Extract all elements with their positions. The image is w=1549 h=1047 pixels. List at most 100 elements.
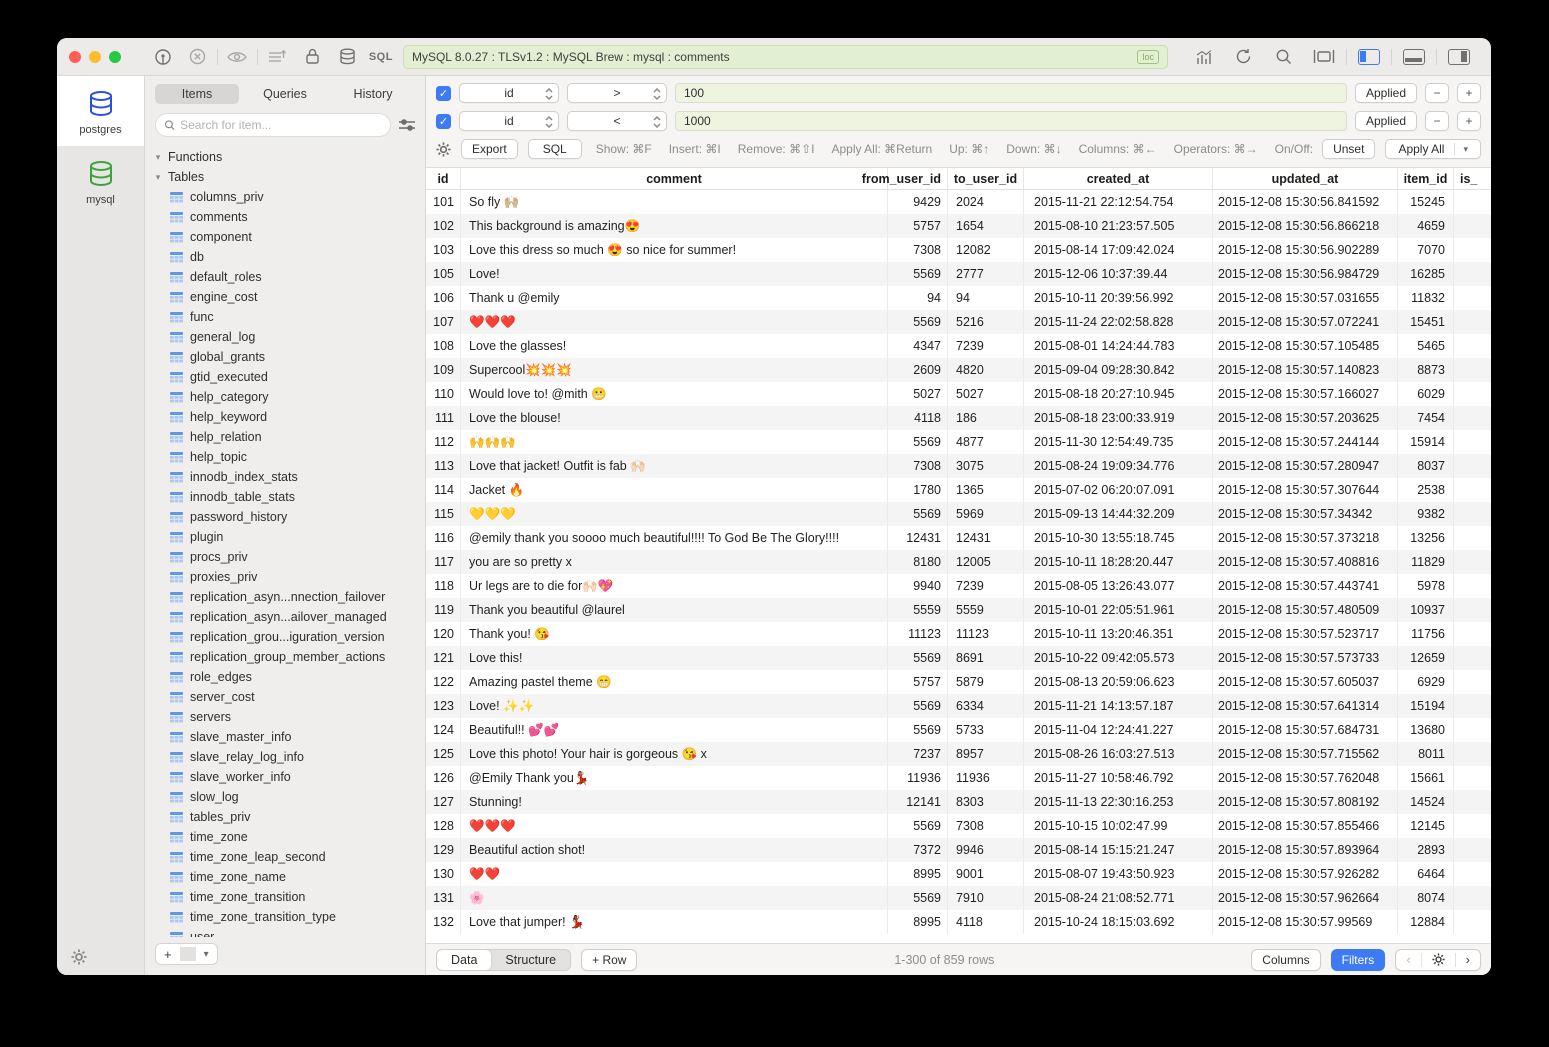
cell-created_at[interactable]: 2015-08-18 20:27:10.945: [1024, 382, 1213, 406]
column-header-created-at[interactable]: created_at: [1024, 168, 1213, 189]
item-search-field[interactable]: [155, 113, 391, 137]
item-search-input[interactable]: [180, 118, 382, 132]
cell-created_at[interactable]: 2015-10-11 18:28:20.447: [1024, 550, 1213, 574]
cell-comment[interactable]: Ur legs are to die for🙌🏻💖: [461, 574, 888, 598]
cell-item_id[interactable]: 7070: [1398, 238, 1454, 262]
cell-created_at[interactable]: 2015-12-06 10:37:39.44: [1024, 262, 1213, 286]
cell-item_id[interactable]: 12659: [1398, 646, 1454, 670]
cell-created_at[interactable]: 2015-11-21 14:13:57.187: [1024, 694, 1213, 718]
table-row[interactable]: 127Stunning!1214183032015-11-13 22:30:16…: [426, 790, 1491, 814]
cell-from_user_id[interactable]: 8180: [888, 550, 948, 574]
cell-to_user_id[interactable]: 3075: [948, 454, 1024, 478]
cell-comment[interactable]: 🌸: [461, 886, 888, 910]
cell-created_at[interactable]: 2015-11-27 10:58:46.792: [1024, 766, 1213, 790]
table-row[interactable]: 103Love this dress so much 😍 so nice for…: [426, 238, 1491, 262]
cell-item_id[interactable]: 12884: [1398, 910, 1454, 934]
sidebar-table-tables-priv[interactable]: tables_priv: [153, 807, 425, 827]
cell-item_id[interactable]: 2538: [1398, 478, 1454, 502]
cell-updated_at[interactable]: 2015-12-08 15:30:57.762048: [1213, 766, 1398, 790]
table-row[interactable]: 130❤️❤️899590012015-08-07 19:43:50.92320…: [426, 862, 1491, 886]
cell-item_id[interactable]: 8873: [1398, 358, 1454, 382]
refresh-icon[interactable]: [1224, 48, 1264, 65]
table-row[interactable]: 108Love the glasses!434772392015-08-01 1…: [426, 334, 1491, 358]
cell-item_id[interactable]: 16285: [1398, 262, 1454, 286]
table-row[interactable]: 129Beautiful action shot!737299462015-08…: [426, 838, 1491, 862]
cell-updated_at[interactable]: 2015-12-08 15:30:57.166027: [1213, 382, 1398, 406]
cell-from_user_id[interactable]: 5569: [888, 718, 948, 742]
cell-to_user_id[interactable]: 12431: [948, 526, 1024, 550]
cell-id[interactable]: 110: [426, 382, 461, 406]
cell-comment[interactable]: Thank you! 😘: [461, 622, 888, 646]
cell-id[interactable]: 130: [426, 862, 461, 886]
table-row[interactable]: 121Love this!556986912015-10-22 09:42:05…: [426, 646, 1491, 670]
cell-is_[interactable]: [1454, 910, 1491, 934]
cell-from_user_id[interactable]: 5569: [888, 814, 948, 838]
cell-from_user_id[interactable]: 5757: [888, 214, 948, 238]
cell-item_id[interactable]: 15194: [1398, 694, 1454, 718]
disconnect-icon[interactable]: [180, 48, 215, 65]
cell-from_user_id[interactable]: 8995: [888, 862, 948, 886]
table-row[interactable]: 131🌸556979102015-08-24 21:08:52.7712015-…: [426, 886, 1491, 910]
cell-updated_at[interactable]: 2015-12-08 15:30:57.34342: [1213, 502, 1398, 526]
cell-is_[interactable]: [1454, 814, 1491, 838]
cell-is_[interactable]: [1454, 790, 1491, 814]
sidebar-table-db[interactable]: db: [153, 247, 425, 267]
cell-updated_at[interactable]: 2015-12-08 15:30:57.641314: [1213, 694, 1398, 718]
cell-item_id[interactable]: 10937: [1398, 598, 1454, 622]
cell-from_user_id[interactable]: 5569: [888, 694, 948, 718]
cell-updated_at[interactable]: 2015-12-08 15:30:56.902289: [1213, 238, 1398, 262]
sidebar-table-replication-grou-iguration-version[interactable]: replication_grou...iguration_version: [153, 627, 425, 647]
cell-updated_at[interactable]: 2015-12-08 15:30:57.105485: [1213, 334, 1398, 358]
cell-item_id[interactable]: 11756: [1398, 622, 1454, 646]
cell-comment[interactable]: ❤️❤️❤️: [461, 814, 888, 838]
remove-filter-button[interactable]: −: [1425, 111, 1449, 131]
cell-id[interactable]: 107: [426, 310, 461, 334]
cell-updated_at[interactable]: 2015-12-08 15:30:57.408816: [1213, 550, 1398, 574]
cell-created_at[interactable]: 2015-08-10 21:23:57.505: [1024, 214, 1213, 238]
cell-updated_at[interactable]: 2015-12-08 15:30:57.280947: [1213, 454, 1398, 478]
cell-created_at[interactable]: 2015-08-24 19:09:34.776: [1024, 454, 1213, 478]
page-settings-gear-icon[interactable]: [1422, 953, 1455, 966]
cell-from_user_id[interactable]: 5569: [888, 430, 948, 454]
table-row[interactable]: 116@emily thank you soooo much beautiful…: [426, 526, 1491, 550]
filter-operator-select[interactable]: >: [567, 83, 667, 103]
cell-created_at[interactable]: 2015-07-02 06:20:07.091: [1024, 478, 1213, 502]
cell-to_user_id[interactable]: 7239: [948, 574, 1024, 598]
cell-from_user_id[interactable]: 94: [888, 286, 948, 310]
cell-is_[interactable]: [1454, 190, 1491, 214]
cell-from_user_id[interactable]: 7308: [888, 238, 948, 262]
section-tables[interactable]: ▾ Tables: [153, 167, 425, 187]
cell-comment[interactable]: Love this photo! Your hair is gorgeous 😘…: [461, 742, 888, 766]
sidebar-table-comments[interactable]: comments: [153, 207, 425, 227]
table-row[interactable]: 112🙌🙌🙌556948772015-11-30 12:54:49.735201…: [426, 430, 1491, 454]
cell-id[interactable]: 120: [426, 622, 461, 646]
columns-button[interactable]: Columns: [1251, 949, 1320, 971]
cell-created_at[interactable]: 2015-10-22 09:42:05.573: [1024, 646, 1213, 670]
cell-to_user_id[interactable]: 9946: [948, 838, 1024, 862]
chart-icon[interactable]: [1184, 49, 1224, 65]
cell-is_[interactable]: [1454, 670, 1491, 694]
search-icon[interactable]: [1264, 48, 1304, 65]
cell-is_[interactable]: [1454, 766, 1491, 790]
cell-to_user_id[interactable]: 5027: [948, 382, 1024, 406]
cell-is_[interactable]: [1454, 358, 1491, 382]
cell-comment[interactable]: 💛💛💛: [461, 502, 888, 526]
cell-from_user_id[interactable]: 11936: [888, 766, 948, 790]
cell-to_user_id[interactable]: 7308: [948, 814, 1024, 838]
sidebar-table-server-cost[interactable]: server_cost: [153, 687, 425, 707]
cell-to_user_id[interactable]: 9001: [948, 862, 1024, 886]
cell-id[interactable]: 105: [426, 262, 461, 286]
cell-created_at[interactable]: 2015-08-24 21:08:52.771: [1024, 886, 1213, 910]
cell-to_user_id[interactable]: 4118: [948, 910, 1024, 934]
tab-history[interactable]: History: [331, 84, 415, 104]
export-button[interactable]: Export: [461, 139, 518, 159]
settings-gear-icon[interactable]: [71, 949, 144, 965]
sidebar-table-time-zone-transition-type[interactable]: time_zone_transition_type: [153, 907, 425, 927]
cell-updated_at[interactable]: 2015-12-08 15:30:57.808192: [1213, 790, 1398, 814]
preview-eye-icon[interactable]: [220, 50, 255, 64]
cell-is_[interactable]: [1454, 502, 1491, 526]
cell-item_id[interactable]: 8074: [1398, 886, 1454, 910]
cell-is_[interactable]: [1454, 550, 1491, 574]
cell-comment[interactable]: Love the glasses!: [461, 334, 888, 358]
sidebar-table-time-zone[interactable]: time_zone: [153, 827, 425, 847]
